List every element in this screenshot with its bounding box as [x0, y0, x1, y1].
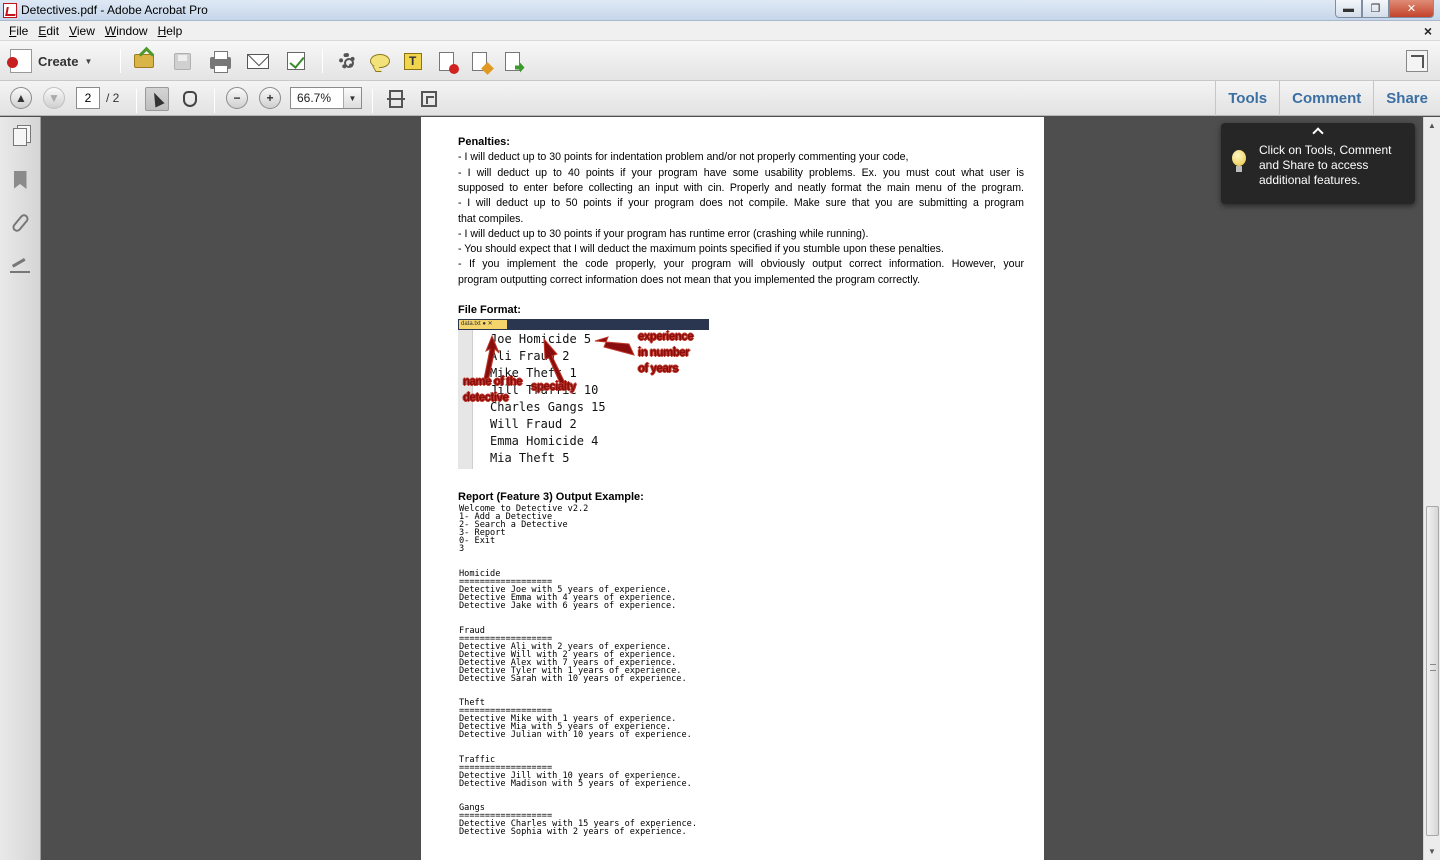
- fit-page-icon: [387, 90, 405, 108]
- menu-help[interactable]: Help: [153, 24, 188, 38]
- vertical-scrollbar[interactable]: ▲ ▼: [1423, 117, 1440, 860]
- zoom-out-button[interactable]: −: [226, 87, 248, 109]
- minimize-button[interactable]: ▬: [1335, 0, 1362, 18]
- chevron-down-icon: ▼: [84, 56, 93, 66]
- zoom-select[interactable]: 66.7% ▼: [290, 87, 362, 109]
- annotation-name: name of the detective: [463, 376, 523, 404]
- cursor-icon: [149, 90, 165, 108]
- scroll-down-icon[interactable]: ▼: [1424, 843, 1440, 859]
- toolbar-divider: [214, 89, 215, 113]
- report-line: Detective Julian with 10 years of experi…: [459, 730, 692, 740]
- hand-tool-button[interactable]: [178, 87, 202, 111]
- zoom-value: 66.7%: [297, 91, 332, 105]
- report-line: Detective Madison with 5 years of experi…: [459, 779, 692, 789]
- tooltip-text: Click on Tools, Comment and Share to acc…: [1259, 143, 1392, 187]
- full-screen-button[interactable]: [417, 87, 441, 111]
- delete-page-icon[interactable]: [435, 51, 459, 74]
- print-icon[interactable]: [209, 51, 231, 73]
- penalty-line: - If you implement the code properly, yo…: [458, 258, 1024, 270]
- report-line: Detective Sarah with 10 years of experie…: [459, 674, 687, 684]
- page-thumbnails-icon[interactable]: [9, 125, 31, 149]
- comment-pane-button[interactable]: Comment: [1279, 81, 1373, 116]
- file-format-heading: File Format:: [458, 304, 521, 316]
- toolbar-divider: [322, 49, 323, 73]
- share-pane-button[interactable]: Share: [1373, 81, 1440, 116]
- report-heading: Report (Feature 3) Output Example:: [458, 491, 644, 503]
- report-line: Detective Sophia with 2 years of experie…: [459, 827, 687, 837]
- insert-page-icon[interactable]: [501, 51, 523, 71]
- grip-icon: [1430, 664, 1436, 671]
- comment-icon[interactable]: [369, 51, 391, 71]
- settings-icon[interactable]: [336, 51, 358, 71]
- toolbar-divider: [120, 49, 121, 73]
- main-toolbar: Create ▼: [0, 41, 1440, 81]
- expand-icon[interactable]: [1406, 50, 1428, 72]
- form-icon[interactable]: [285, 51, 307, 71]
- close-window-button[interactable]: ✕: [1389, 0, 1434, 18]
- toolbar-divider: [136, 89, 137, 113]
- penalty-line: that compiles.: [458, 213, 524, 225]
- zoom-in-button[interactable]: +: [259, 87, 281, 109]
- select-tool-button[interactable]: [145, 87, 169, 111]
- fit-page-button[interactable]: [384, 87, 408, 111]
- menu-bar: File Edit View Window Help ×: [0, 21, 1440, 41]
- task-panes: Tools Comment Share: [1215, 81, 1440, 116]
- lightbulb-icon: [1232, 150, 1246, 172]
- report-menu-line: 3: [459, 544, 465, 554]
- bookmarks-icon[interactable]: [9, 168, 31, 192]
- navigation-toolbar: ▲ ▼ 2 / 2 − + 66.7% ▼ Tools Comment Shar…: [0, 81, 1440, 116]
- tools-pane-button[interactable]: Tools: [1215, 81, 1279, 116]
- penalty-line: - I will deduct up to 50 points if your …: [458, 197, 1024, 209]
- report-menu-line: 0- Exit: [459, 536, 496, 546]
- window-controls: ▬ ❐ ✕: [1335, 0, 1434, 18]
- close-document-button[interactable]: ×: [1424, 23, 1432, 39]
- page-number-input[interactable]: 2: [76, 87, 100, 109]
- page-total: / 2: [106, 91, 120, 105]
- scrollbar-thumb[interactable]: [1426, 506, 1439, 836]
- report-line: Detective Jake with 6 years of experienc…: [459, 601, 677, 611]
- menu-file[interactable]: File: [4, 24, 33, 38]
- scroll-up-icon[interactable]: ▲: [1424, 117, 1440, 133]
- save-icon[interactable]: [171, 51, 193, 71]
- penalties-heading: Penalties:: [458, 136, 510, 148]
- attachments-icon[interactable]: [9, 211, 31, 235]
- email-icon[interactable]: [247, 51, 269, 71]
- collapse-tooltip-icon[interactable]: [1311, 126, 1325, 136]
- penalty-line: program outputting correct information d…: [458, 274, 921, 286]
- text-note-icon[interactable]: [402, 51, 424, 71]
- window-title: Detectives.pdf - Adobe Acrobat Pro: [21, 3, 208, 17]
- penalty-line: - I will deduct up to 30 points if your …: [458, 228, 869, 240]
- next-page-button[interactable]: ▼: [43, 87, 65, 109]
- previous-page-button[interactable]: ▲: [10, 87, 32, 109]
- penalty-line: - You should expect that I will deduct t…: [458, 243, 944, 255]
- penalty-line: - I will deduct up to 30 points for inde…: [458, 151, 909, 163]
- full-screen-icon: [421, 91, 437, 107]
- open-icon[interactable]: [133, 51, 155, 71]
- file-format-screenshot: data.txt ● ✕ Joe Homicide 5 Ali Fraud 2 …: [458, 319, 709, 469]
- penalty-line: supposed to enter before collecting an i…: [458, 182, 1024, 194]
- signatures-icon[interactable]: [9, 254, 31, 278]
- menu-edit[interactable]: Edit: [33, 24, 64, 38]
- menu-window[interactable]: Window: [100, 24, 153, 38]
- hand-icon: [183, 91, 197, 107]
- chevron-down-icon[interactable]: ▼: [343, 88, 361, 108]
- create-label: Create: [38, 53, 79, 69]
- navigation-panel: [0, 117, 41, 860]
- arrow-experience: [594, 336, 635, 356]
- menu-view[interactable]: View: [64, 24, 100, 38]
- document-area[interactable]: Penalties: - I will deduct up to 30 poin…: [42, 117, 1423, 860]
- pdf-page: Penalties: - I will deduct up to 30 poin…: [421, 117, 1044, 860]
- title-bar: Detectives.pdf - Adobe Acrobat Pro ▬ ❐ ✕: [0, 0, 1440, 21]
- create-button[interactable]: Create ▼: [7, 49, 93, 73]
- acrobat-icon: [3, 3, 17, 18]
- create-pdf-icon: [7, 49, 32, 73]
- restore-button[interactable]: ❐: [1362, 0, 1389, 18]
- feature-tooltip: Click on Tools, Comment and Share to acc…: [1221, 123, 1415, 204]
- annotation-specialty: specialty: [531, 381, 576, 393]
- penalty-line: - I will deduct up to 40 points if your …: [458, 167, 1024, 179]
- annotation-experience: experience in number of years: [638, 331, 694, 375]
- extract-page-icon[interactable]: [468, 51, 490, 71]
- toolbar-divider: [372, 89, 373, 113]
